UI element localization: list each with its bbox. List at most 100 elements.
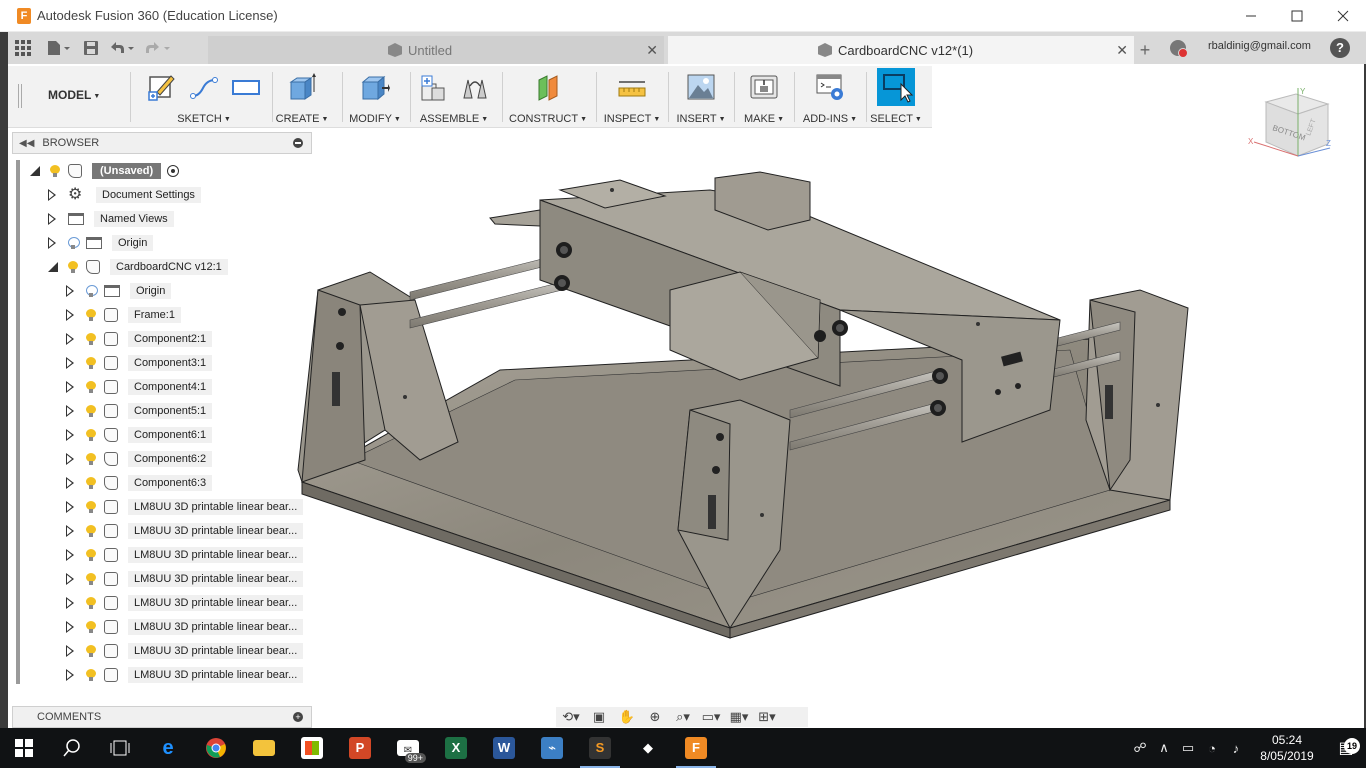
clock[interactable]: 05:24 8/05/2019 <box>1248 732 1326 764</box>
scripts-addins-icon[interactable] <box>815 72 845 102</box>
inspect-group[interactable]: INSPECT ▼ <box>598 66 666 128</box>
tree-child-bearing[interactable]: LM8UU 3D printable linear bear... <box>66 664 304 686</box>
tree-child-component[interactable]: Component6:2 <box>66 448 213 470</box>
expand-arrow-icon[interactable] <box>66 525 76 537</box>
expand-arrow-icon[interactable] <box>66 549 76 561</box>
visibility-bulb-icon[interactable] <box>68 237 80 249</box>
tree-child-origin[interactable]: Origin <box>66 280 172 302</box>
collapse-arrow-icon[interactable] <box>30 166 40 176</box>
zoom-icon[interactable]: ⊕ <box>644 709 666 725</box>
help-button[interactable]: ? <box>1330 38 1350 58</box>
taskbar-inkscape[interactable]: ◆ <box>624 728 672 768</box>
expand-arrow-icon[interactable] <box>66 309 76 321</box>
visibility-bulb-icon[interactable] <box>86 429 96 441</box>
tree-child-component[interactable]: Component3:1 <box>66 352 213 374</box>
make-group[interactable]: MAKE ▼ <box>736 66 792 128</box>
visibility-bulb-icon[interactable] <box>86 381 96 393</box>
expand-arrow-icon[interactable] <box>66 453 76 465</box>
new-tab-button[interactable]: + <box>1132 36 1158 64</box>
pan-hand-icon[interactable]: ✋ <box>616 709 638 725</box>
visibility-bulb-icon[interactable] <box>86 309 96 321</box>
job-status-icon[interactable] <box>1170 40 1188 58</box>
select-icon[interactable] <box>877 68 915 106</box>
taskbar-word[interactable]: W <box>480 728 528 768</box>
taskbar-mail[interactable]: ✉ 99+ <box>384 728 432 768</box>
grid-settings-icon[interactable]: ▦▾ <box>728 709 750 725</box>
expand-arrow-icon[interactable] <box>48 213 58 225</box>
taskbar-powerpoint[interactable]: P <box>336 728 384 768</box>
tree-child-bearing[interactable]: LM8UU 3D printable linear bear... <box>66 640 304 662</box>
expand-arrow-icon[interactable] <box>48 189 58 201</box>
tab-cardboardcnc[interactable]: CardboardCNC v12*(1) ✕ <box>668 36 1134 64</box>
people-icon[interactable]: ☍ <box>1128 740 1152 756</box>
close-button[interactable] <box>1320 0 1366 32</box>
volume-icon[interactable]: ♪ <box>1224 741 1248 756</box>
viewcube[interactable]: BOTTOM LEFT Y X Z <box>1246 84 1336 164</box>
taskbar-sublime[interactable]: S <box>576 728 624 768</box>
expand-arrow-icon[interactable] <box>66 333 76 345</box>
visibility-bulb-icon[interactable] <box>86 573 96 585</box>
select-group[interactable]: SELECT ▼ <box>868 66 924 128</box>
expand-arrow-icon[interactable] <box>66 357 76 369</box>
expand-arrow-icon[interactable] <box>66 405 76 417</box>
model-viewport[interactable] <box>290 160 1200 640</box>
assemble-group[interactable]: ASSEMBLE ▼ <box>412 66 496 128</box>
tab-untitled[interactable]: Untitled ✕ <box>208 36 664 64</box>
visibility-bulb-icon[interactable] <box>86 597 96 609</box>
visibility-bulb-icon[interactable] <box>50 165 60 177</box>
undo-button[interactable] <box>104 32 140 64</box>
press-pull-icon[interactable] <box>360 72 390 102</box>
browser-scrollbar[interactable] <box>16 160 20 684</box>
redo-button[interactable] <box>140 32 176 64</box>
user-account[interactable]: rbaldinig@gmail.com <box>1208 40 1311 52</box>
tree-item-document-settings[interactable]: ⚙ Document Settings <box>48 184 201 206</box>
data-panel-button[interactable] <box>8 32 38 64</box>
battery-icon[interactable]: ▭ <box>1176 740 1200 756</box>
workspace-switcher[interactable]: MODEL ▼ <box>48 88 100 102</box>
expand-arrow-icon[interactable] <box>48 237 58 249</box>
tree-item-origin[interactable]: Origin <box>48 232 154 254</box>
visibility-bulb-icon[interactable] <box>86 645 96 657</box>
toolbar-grip-handle[interactable] <box>18 84 22 108</box>
tree-child-component[interactable]: Component6:3 <box>66 472 213 494</box>
visibility-bulb-icon[interactable] <box>86 621 96 633</box>
visibility-bulb-icon[interactable] <box>86 501 96 513</box>
comments-panel[interactable]: COMMENTS + <box>12 706 312 728</box>
look-at-icon[interactable]: ▣ <box>588 709 610 725</box>
visibility-bulb-icon[interactable] <box>86 525 96 537</box>
construct-group[interactable]: CONSTRUCT ▼ <box>504 66 592 128</box>
tree-root[interactable]: (Unsaved) <box>30 160 180 182</box>
expand-arrow-icon[interactable] <box>66 477 76 489</box>
tree-child-component[interactable]: Frame:1 <box>66 304 181 326</box>
orbit-icon[interactable]: ⟲▾ <box>560 709 582 725</box>
sketch-group[interactable]: SKETCH ▼ <box>136 66 272 128</box>
line-icon[interactable] <box>189 72 219 102</box>
tree-child-bearing[interactable]: LM8UU 3D printable linear bear... <box>66 616 304 638</box>
add-comment-button[interactable]: + <box>293 712 303 722</box>
fit-icon[interactable]: ⌕▾ <box>672 709 694 725</box>
tree-child-component[interactable]: Component6:1 <box>66 424 213 446</box>
search-button[interactable] <box>48 728 96 768</box>
visibility-bulb-icon[interactable] <box>86 285 98 297</box>
expand-arrow-icon[interactable] <box>66 501 76 513</box>
tree-child-bearing[interactable]: LM8UU 3D printable linear bear... <box>66 592 304 614</box>
tree-child-bearing[interactable]: LM8UU 3D printable linear bear... <box>66 568 304 590</box>
taskbar-file-explorer[interactable] <box>240 728 288 768</box>
visibility-bulb-icon[interactable] <box>86 477 96 489</box>
tree-child-component[interactable]: Component4:1 <box>66 376 213 398</box>
taskbar-app-blue[interactable]: ⌁ <box>528 728 576 768</box>
browser-header[interactable]: ◀◀ BROWSER <box>12 132 312 154</box>
expand-arrow-icon[interactable] <box>66 429 76 441</box>
measure-icon[interactable] <box>617 72 647 102</box>
visibility-bulb-icon[interactable] <box>86 453 96 465</box>
start-button[interactable] <box>0 728 48 768</box>
3d-print-icon[interactable] <box>749 72 779 102</box>
expand-arrow-icon[interactable] <box>66 621 76 633</box>
expand-arrow-icon[interactable] <box>66 597 76 609</box>
rectangle-icon[interactable] <box>231 72 261 102</box>
visibility-bulb-icon[interactable] <box>86 669 96 681</box>
create-sketch-icon[interactable] <box>147 72 177 102</box>
expand-arrow-icon[interactable] <box>66 285 76 297</box>
modify-group[interactable]: MODIFY ▼ <box>342 66 408 128</box>
viewports-icon[interactable]: ⊞▾ <box>756 709 778 725</box>
